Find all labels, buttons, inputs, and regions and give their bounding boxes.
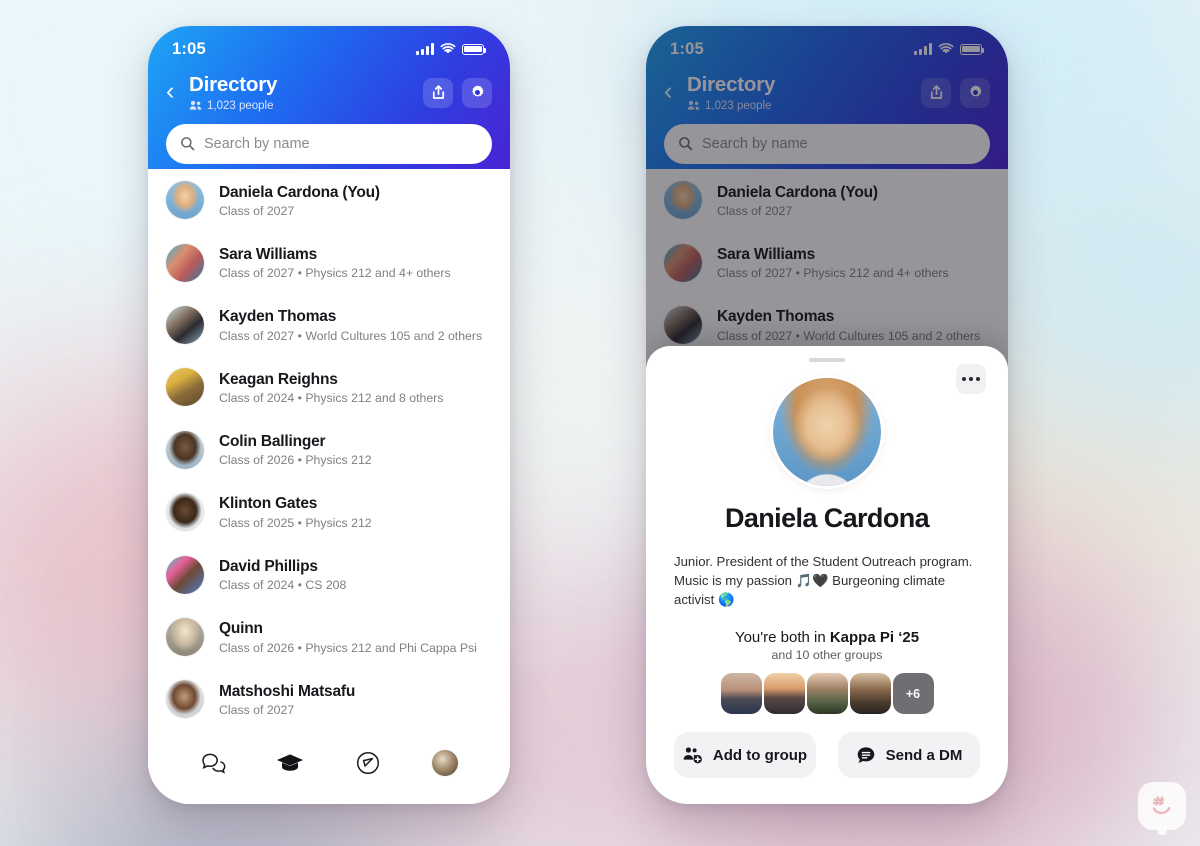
other-groups-count: and 10 other groups [771, 648, 883, 663]
directory-row-name: David Phillips [219, 557, 318, 575]
directory-row-name: Klinton Gates [219, 495, 318, 513]
avatar [432, 750, 459, 776]
shared-group-name: Kappa Pi ‘25 [829, 629, 920, 647]
cellular-bars-icon [416, 43, 434, 55]
app-header: 1:05 ‹ Directory 1,023 people Search by … [148, 26, 510, 169]
battery-icon [462, 43, 487, 55]
directory-row-detail: Class of 2027 • World Cultures 105 and 2… [219, 328, 483, 343]
directory-row[interactable]: David Phillips Class of 2024 • CS 208 [148, 543, 510, 605]
avatar [166, 555, 204, 594]
directory-row[interactable]: Matshoshi Matsafu Class of 2027 [148, 668, 510, 730]
directory-row-detail: Class of 2025 • Physics 212 [219, 515, 372, 530]
profile-name: Daniela Cardona [724, 503, 930, 533]
status-time: 1:05 [172, 39, 206, 58]
directory-row-name: Sara Williams [219, 245, 318, 263]
directory-row-name: Kayden Thomas [219, 308, 337, 326]
more-options-button[interactable] [956, 364, 986, 394]
people-icon [189, 100, 202, 110]
tab-directory[interactable] [271, 744, 309, 782]
group-thumbnails: +6 [674, 673, 980, 715]
group-thumbnail[interactable] [720, 673, 762, 715]
gear-icon [471, 85, 484, 98]
tab-explore[interactable] [349, 744, 387, 782]
directory-row[interactable]: Quinn Class of 2026 • Physics 212 and Phi… [148, 606, 510, 668]
add-to-group-label: Add to group [712, 746, 808, 764]
directory-list: Daniela Cardona (You) Class of 2027 Sara W… [148, 169, 510, 804]
avatar [166, 181, 204, 220]
profile-bio: Junior. President of the Student Outreac… [674, 554, 973, 608]
phone-profile-sheet-screen: 1:05 ‹ Directory 1,023 people Search by … [646, 26, 1008, 804]
directory-row-name: Quinn [219, 620, 263, 638]
directory-row[interactable]: Kayden Thomas Class of 2027 • World Cultu… [148, 294, 510, 356]
avatar [166, 617, 204, 656]
directory-row[interactable]: Keagan Reighns Class of 2024 • Physics 21… [148, 356, 510, 418]
group-thumbnail[interactable] [806, 673, 848, 715]
directory-row-name: Matshoshi Matsafu [219, 682, 356, 700]
directory-row-detail: Class of 2027 • Physics 212 and 4+ other… [219, 266, 451, 281]
message-icon [857, 747, 874, 763]
group-thumbnail-more[interactable]: +6 [892, 673, 934, 715]
avatar [166, 305, 204, 344]
directory-row-name: Colin Ballinger [219, 433, 326, 451]
wifi-icon [440, 43, 456, 54]
group-thumbnail[interactable] [763, 673, 805, 715]
directory-row-detail: Class of 2026 • Physics 212 and Phi Capp… [219, 640, 477, 655]
chat-bubbles-icon [201, 753, 226, 774]
directory-row[interactable]: Daniela Cardona (You) Class of 2027 [148, 169, 510, 231]
avatar [166, 368, 204, 407]
directory-row-detail: Class of 2027 [219, 203, 295, 218]
group-thumbnail[interactable] [849, 673, 891, 715]
directory-row-detail: Class of 2027 [219, 703, 295, 717]
search-icon [181, 137, 195, 151]
status-bar: 1:05 [166, 26, 492, 72]
directory-row[interactable]: Sara Williams Class of 2027 • Physics 212… [148, 231, 510, 293]
shared-groups-line: You're both in Kappa Pi ‘25 [674, 629, 980, 646]
page-title: Directory [189, 73, 278, 96]
settings-button[interactable] [462, 77, 492, 108]
tab-messages[interactable] [194, 744, 232, 782]
directory-row[interactable]: Klinton Gates Class of 2025 • Physics 212 [148, 481, 510, 543]
add-person-icon [683, 747, 702, 764]
compass-icon [356, 751, 379, 775]
bottom-tab-bar [148, 732, 510, 804]
directory-row-name: Keagan Reighns [219, 370, 338, 388]
phone-directory-screen: 1:05 ‹ Directory 1,023 people Search by … [148, 26, 510, 804]
share-button[interactable] [423, 77, 453, 108]
avatar [166, 680, 204, 719]
drag-handle[interactable] [809, 358, 845, 362]
search-input[interactable]: Search by name [204, 136, 310, 152]
shared-groups-prefix: You're both in [734, 629, 830, 647]
directory-row-name: Daniela Cardona (You) [219, 183, 380, 201]
avatar [166, 493, 204, 532]
send-dm-label: Send a DM [885, 746, 963, 764]
directory-row-detail: Class of 2024 • Physics 212 and 8 others [219, 391, 444, 406]
chevron-left-icon[interactable]: ‹ [166, 78, 184, 104]
share-icon [432, 85, 444, 100]
graduation-cap-icon [277, 754, 304, 771]
hashtag-smiley-icon [1138, 782, 1186, 830]
directory-row-detail: Class of 2024 • CS 208 [219, 578, 347, 593]
tab-profile[interactable] [426, 744, 464, 782]
profile-actions: Add to group Send a DM [674, 732, 980, 779]
directory-row-detail: Class of 2026 • Physics 212 [219, 453, 372, 468]
profile-photo [773, 378, 881, 486]
directory-row[interactable]: Colin Ballinger Class of 2026 • Physics 2… [148, 419, 510, 481]
avatar [166, 430, 204, 469]
search-bar[interactable]: Search by name [166, 123, 492, 164]
people-count: 1,023 people [207, 99, 274, 112]
send-dm-button[interactable]: Send a DM [838, 732, 980, 779]
avatar [166, 243, 204, 282]
profile-bottom-sheet: Daniela Cardona Junior. President of the… [646, 346, 1008, 804]
add-to-group-button[interactable]: Add to group [674, 732, 816, 779]
floating-widget-button[interactable] [1138, 782, 1190, 834]
